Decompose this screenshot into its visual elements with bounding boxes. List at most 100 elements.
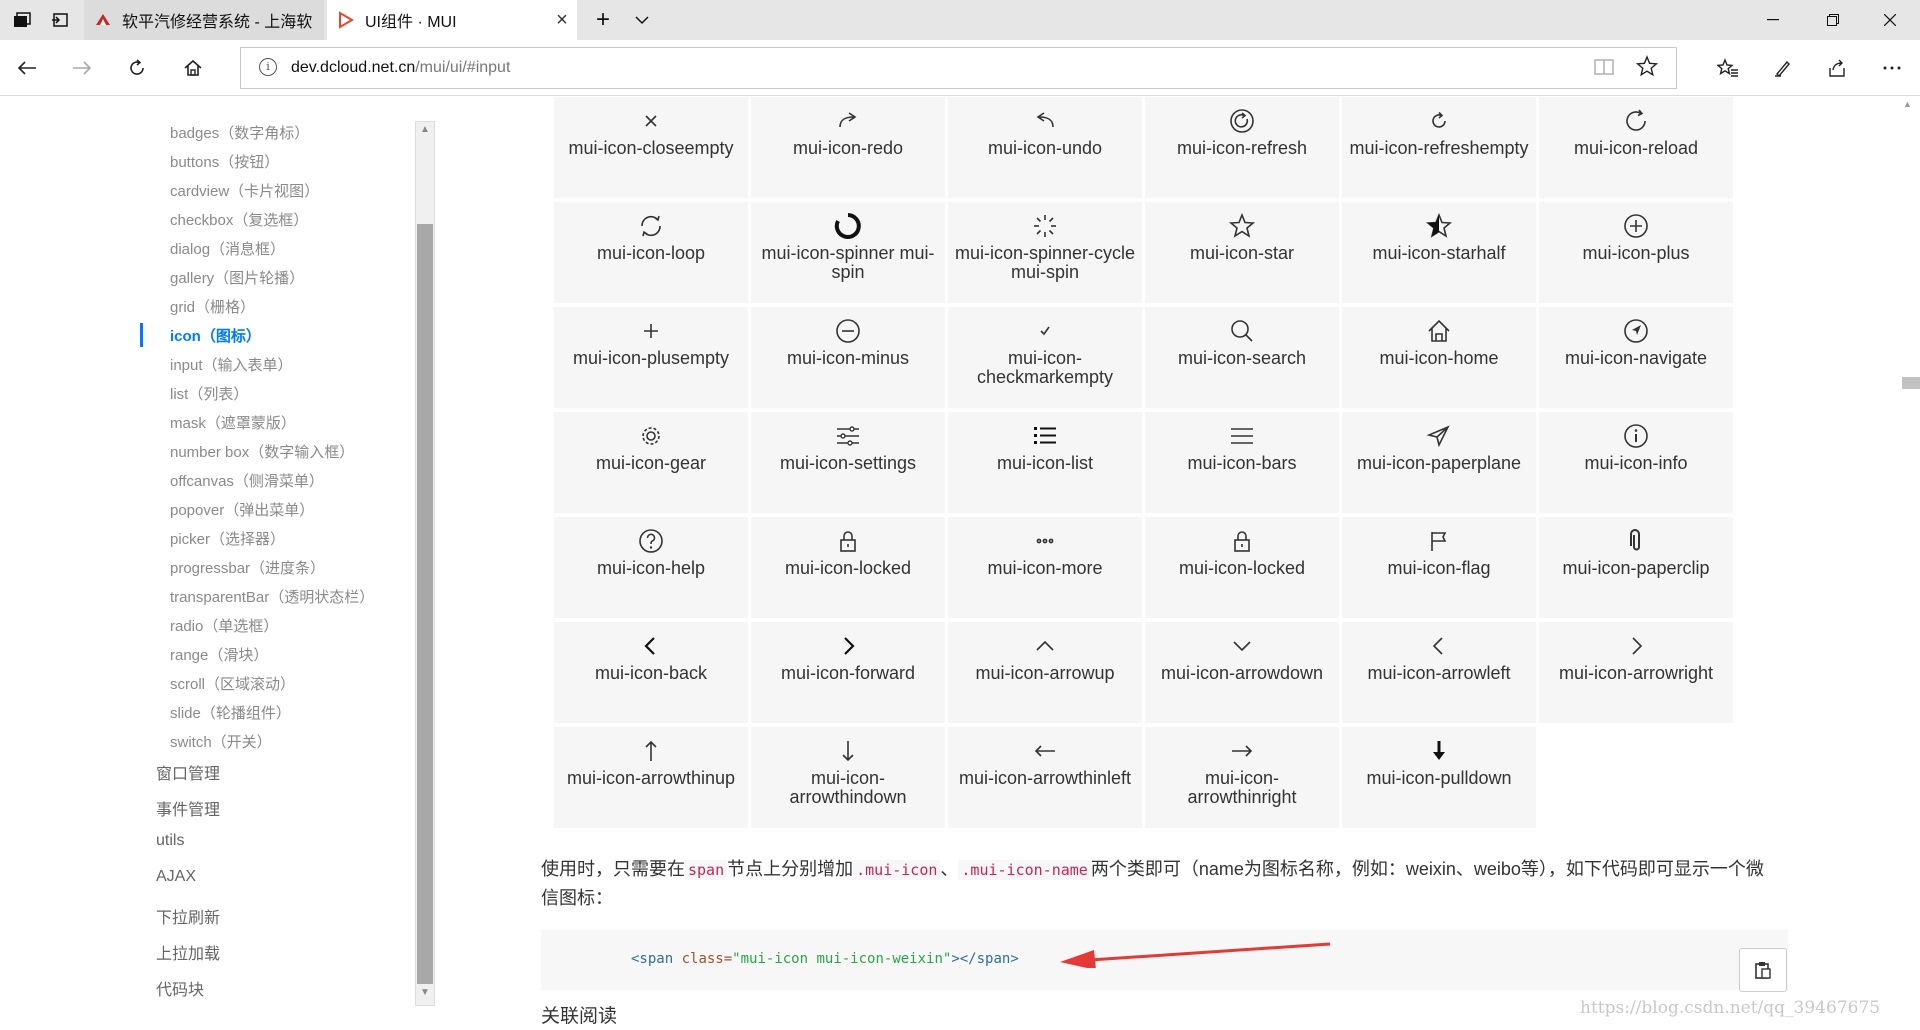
tab-title: 软平汽修经营系统 - 上海软 (122, 14, 313, 31)
sidebar-section[interactable]: 下拉刷新 (156, 904, 220, 928)
inline-code: .mui-icon (853, 860, 941, 880)
tab-active[interactable]: UI组件 · MUI × (327, 0, 577, 40)
icon-class-name: mui-icon-refresh (1176, 138, 1308, 158)
sidebar-section[interactable]: 代码块 (156, 976, 204, 1000)
favorites-hub-icon[interactable] (1708, 48, 1748, 88)
icon-cell: mui-icon-closeempty (554, 97, 748, 198)
sidebar-item[interactable]: popover（弹出菜单） (170, 499, 314, 520)
more-menu-icon[interactable] (1872, 48, 1912, 88)
scroll-down-icon[interactable]: ▼ (416, 987, 434, 1003)
restore-icon[interactable] (1803, 0, 1863, 40)
arrowthinup-icon (554, 727, 748, 767)
minimize-icon[interactable] (1743, 0, 1803, 40)
icon-cell: mui-icon-gear (554, 412, 748, 513)
new-tab-icon[interactable]: + (583, 0, 623, 40)
close-icon (554, 97, 748, 137)
spinner-icon (751, 202, 945, 242)
close-window-icon[interactable] (1860, 0, 1920, 40)
sidebar-section[interactable]: AJAX (156, 868, 196, 886)
sidebar-section[interactable]: 窗口管理 (156, 760, 220, 784)
icon-cell: mui-icon-locked (1145, 517, 1339, 618)
inline-code: .mui-icon-name (958, 860, 1091, 880)
sidebar-item[interactable]: picker（选择器） (170, 528, 285, 549)
icon-cell: mui-icon-redo (751, 97, 945, 198)
scroll-up-icon[interactable]: ▲ (416, 124, 434, 140)
tab-manager-icon[interactable] (2, 0, 42, 40)
scrollbar-thumb[interactable] (1902, 377, 1920, 389)
scroll-up-icon[interactable]: ▲ (1903, 99, 1912, 109)
sidebar-item[interactable]: number box（数字输入框） (170, 441, 354, 462)
sidebar-item[interactable]: cardview（卡片视图） (170, 180, 319, 201)
sidebar-item[interactable]: slide（轮播组件） (170, 702, 291, 723)
page-scrollbar[interactable]: ▲ (1900, 97, 1920, 1030)
lock-icon (1145, 517, 1339, 557)
sidebar-item[interactable]: gallery（图片轮播） (170, 267, 304, 288)
sidebar-item-icon[interactable]: icon（图标） (170, 325, 261, 346)
sidebar-item[interactable]: radio（单选框） (170, 615, 278, 636)
icon-cell: mui-icon-paperplane (1342, 412, 1536, 513)
back-icon[interactable] (7, 48, 47, 88)
copy-code-button[interactable] (1739, 948, 1787, 992)
icon-cell: mui-icon-refresh (1145, 97, 1339, 198)
annotation-arrow (1060, 942, 1331, 968)
sidebar-item[interactable]: checkbox（复选框） (170, 209, 308, 230)
sidebar-item[interactable]: transparentBar（透明状态栏） (170, 586, 374, 607)
sidebar-item[interactable]: offcanvas（侧滑菜单） (170, 470, 324, 491)
icon-class-name: mui-icon-flag (1387, 558, 1491, 578)
pen-notes-icon[interactable] (1763, 48, 1803, 88)
list-icon (948, 412, 1142, 452)
sidebar-item[interactable]: mask（遮罩蒙版） (170, 412, 296, 433)
sidebar-item[interactable]: grid（栅格） (170, 296, 255, 317)
sidebar-item[interactable]: list（列表） (170, 383, 248, 404)
more-icon (948, 517, 1142, 557)
icon-class-name: mui-icon-bars (1187, 453, 1297, 473)
icon-class-name: mui-icon-arrowdown (1160, 663, 1324, 683)
redo-icon (751, 97, 945, 137)
icon-cell: mui-icon-arrowleft (1342, 622, 1536, 723)
sidebar-item[interactable]: progressbar（进度条） (170, 557, 325, 578)
clipboard-icon (1755, 962, 1771, 979)
close-tab-icon[interactable]: × (547, 9, 577, 32)
sidebar-item[interactable]: buttons（按钮） (170, 151, 279, 172)
gear-icon (554, 412, 748, 452)
sidebar-item[interactable]: range（滑块） (170, 644, 268, 665)
sidebar-item[interactable]: input（输入表单） (170, 354, 293, 375)
icon-class-name: mui-icon-redo (792, 138, 904, 158)
tab-preview-chevron-icon[interactable] (622, 0, 662, 40)
arrowthinright-icon (1145, 727, 1339, 767)
share-icon[interactable] (1817, 48, 1857, 88)
tab-inactive[interactable]: 软平汽修经营系统 - 上海软 (84, 0, 324, 40)
icon-class-name: mui-icon-info (1584, 453, 1688, 473)
scrollbar-thumb[interactable] (417, 224, 433, 984)
favorite-star-icon[interactable] (1635, 55, 1659, 83)
sidebar-scrollbar[interactable]: ▲ ▼ (415, 121, 435, 1006)
icon-class-name: mui-icon-arrowthindown (789, 768, 907, 807)
refresh-icon[interactable] (117, 48, 157, 88)
sidebar-item[interactable]: switch（开关） (170, 731, 272, 752)
site-info-icon[interactable]: i (259, 58, 277, 76)
address-url[interactable]: dev.dcloud.net.cn/mui/ui/#input (291, 59, 510, 77)
forward-icon[interactable] (62, 48, 102, 88)
icon-class-name: mui-icon-pulldown (1366, 768, 1512, 788)
icon-class-name: mui-icon-plus (1582, 243, 1690, 263)
sidebar-item[interactable]: badges（数字角标） (170, 122, 309, 143)
spinner-cycle-icon (948, 202, 1142, 242)
sidebar-item[interactable]: scroll（区域滚动） (170, 673, 295, 694)
inline-code: span (685, 860, 728, 880)
address-bar[interactable]: i dev.dcloud.net.cn/mui/ui/#input (240, 47, 1677, 89)
sidebar-section[interactable]: 上拉加载 (156, 940, 220, 964)
icon-cell: mui-icon-bars (1145, 412, 1339, 513)
icon-class-name: mui-icon-locked (784, 558, 912, 578)
icon-class-name: mui-icon-help (596, 558, 706, 578)
set-aside-tabs-icon[interactable] (40, 0, 80, 40)
reading-view-icon[interactable] (1594, 58, 1614, 81)
sidebar-section[interactable]: utils (156, 832, 184, 850)
sidebar-item[interactable]: dialog（消息框） (170, 238, 285, 259)
home-icon[interactable] (173, 48, 213, 88)
sidebar-section[interactable]: 事件管理 (156, 796, 220, 820)
plus-icon (1539, 202, 1733, 242)
app-logo-icon (94, 11, 122, 29)
icon-cell: mui-icon-flag (1342, 517, 1536, 618)
browser-tab-bar: 软平汽修经营系统 - 上海软 UI组件 · MUI × + (0, 0, 1920, 40)
refreshempty-icon (1342, 97, 1536, 137)
